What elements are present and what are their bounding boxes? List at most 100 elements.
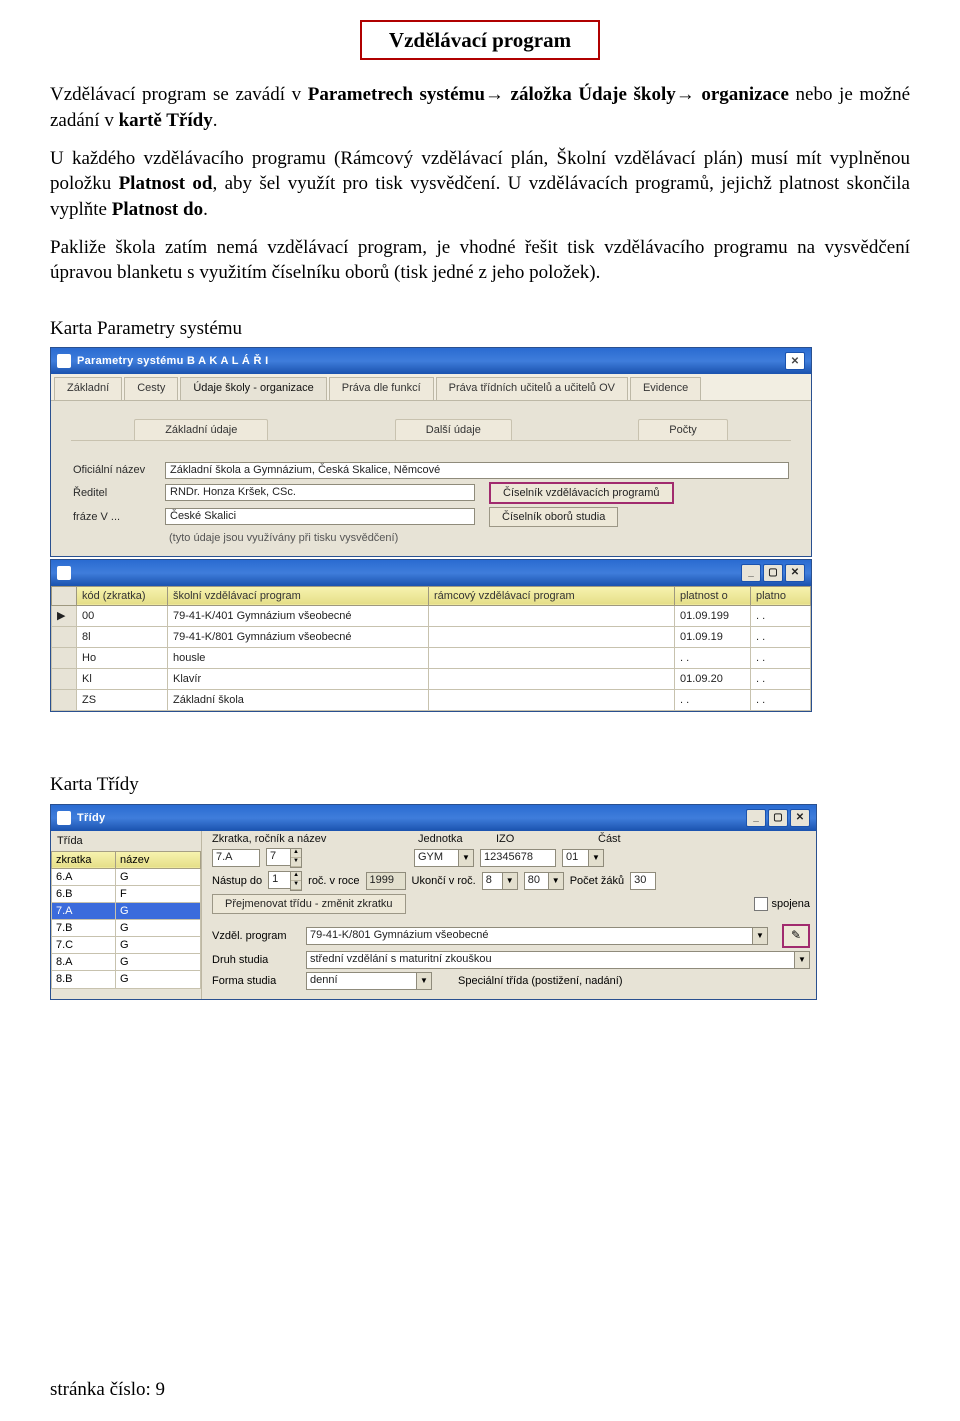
combo-druh-studia[interactable]: střední vzdělání s maturitní zkouškou ▼ — [306, 951, 810, 969]
cell[interactable]: G — [116, 937, 201, 954]
field-ukonci[interactable]: 8 — [482, 872, 502, 890]
cell[interactable]: G — [116, 971, 201, 988]
chevron-up-icon[interactable]: ▲ — [291, 872, 301, 881]
cell[interactable]: 6.B — [52, 885, 116, 902]
tab-udaje-skoly[interactable]: Údaje školy - organizace — [180, 377, 326, 399]
close-icon[interactable]: ✕ — [785, 564, 805, 582]
cell[interactable] — [429, 627, 675, 648]
field-n[interactable]: 80 — [524, 872, 548, 890]
field-fraze[interactable]: České Skalici — [165, 508, 475, 525]
spinner-nastup[interactable]: 1 ▲▼ — [268, 871, 302, 891]
table-row[interactable]: 8l79-41-K/801 Gymnázium všeobecné01.09.1… — [52, 627, 811, 648]
cell[interactable]: 7.C — [52, 937, 116, 954]
cell[interactable]: F — [116, 885, 201, 902]
tab-pocty[interactable]: Počty — [638, 419, 728, 440]
tab-prava-dle-funkci[interactable]: Práva dle funkcí — [329, 377, 434, 399]
cell[interactable]: 8.B — [52, 971, 116, 988]
btn-edit-program[interactable]: ✎ — [782, 924, 810, 948]
field-jednotka[interactable]: GYM — [414, 849, 458, 867]
combo-forma-studia[interactable]: denní ▼ — [306, 972, 432, 990]
cell[interactable]: 01.09.199 — [675, 606, 751, 627]
cell[interactable]: Ho — [77, 648, 168, 669]
col-platnost-od[interactable]: platnost o — [675, 586, 751, 605]
chevron-up-icon[interactable]: ▲ — [291, 849, 301, 858]
cell[interactable]: G — [116, 903, 201, 920]
field-cast[interactable]: 01 — [562, 849, 588, 867]
btn-prejmenovat[interactable]: Přejmenovat třídu - změnit zkratku — [212, 894, 406, 914]
cell[interactable]: 7.A — [52, 903, 116, 920]
cell[interactable] — [429, 606, 675, 627]
table-row[interactable]: KlKlavír 01.09.20. . — [52, 669, 811, 690]
checkbox-icon[interactable] — [754, 897, 768, 911]
maximize-icon[interactable]: ▢ — [768, 809, 788, 827]
cell[interactable]: 79-41-K/401 Gymnázium všeobecné — [168, 606, 429, 627]
btn-ciselnik-programu[interactable]: Číselník vzdělávacích programů — [489, 482, 674, 504]
table-row[interactable]: 8.AG — [52, 954, 201, 971]
chevron-down-icon[interactable]: ▼ — [794, 951, 810, 969]
combo-vzdel-program[interactable]: 79-41-K/801 Gymnázium všeobecné ▼ — [306, 927, 768, 945]
cell[interactable]: . . — [751, 669, 811, 690]
cell[interactable]: 00 — [77, 606, 168, 627]
cell[interactable]: 8l — [77, 627, 168, 648]
cell[interactable]: G — [116, 920, 201, 937]
col-nazev[interactable]: název — [116, 851, 201, 868]
combo-jednotka[interactable]: GYM ▼ — [414, 849, 474, 867]
tab-cesty[interactable]: Cesty — [124, 377, 178, 399]
field-oficialni-nazev[interactable]: Základní škola a Gymnázium, Česká Skalic… — [165, 462, 789, 479]
close-icon[interactable]: ✕ — [785, 352, 805, 370]
row-selector[interactable] — [52, 627, 77, 648]
tab-zakladni[interactable]: Základní — [54, 377, 122, 399]
table-row[interactable]: 8.BG — [52, 971, 201, 988]
cell[interactable]: . . — [675, 690, 751, 711]
cell[interactable]: Klavír — [168, 669, 429, 690]
combo-ukonci[interactable]: 8 ▼ — [482, 872, 518, 890]
combo-n[interactable]: 80 ▼ — [524, 872, 564, 890]
row-selector[interactable] — [52, 669, 77, 690]
table-row[interactable]: ▶0079-41-K/401 Gymnázium všeobecné 01.09.… — [52, 606, 811, 627]
cell[interactable]: Základní škola — [168, 690, 429, 711]
grid-programy[interactable]: kód (zkratka) školní vzdělávací program … — [51, 586, 811, 711]
cell[interactable]: 01.09.20 — [675, 669, 751, 690]
cell[interactable]: . . — [751, 648, 811, 669]
tab-evidence[interactable]: Evidence — [630, 377, 701, 399]
row-selector[interactable]: ▶ — [52, 606, 77, 627]
cell[interactable]: . . — [675, 648, 751, 669]
cell[interactable] — [429, 690, 675, 711]
table-row[interactable]: ZSZákladní škola. .. . — [52, 690, 811, 711]
field-zkratka[interactable]: 7.A — [212, 849, 260, 867]
cell[interactable]: G — [116, 868, 201, 885]
cell[interactable] — [429, 669, 675, 690]
table-row[interactable]: 7.CG — [52, 937, 201, 954]
cell[interactable]: housle — [168, 648, 429, 669]
cell[interactable]: 6.A — [52, 868, 116, 885]
grid-tridy[interactable]: Třída zkratka název 6.AG6.BF7.AG7.BG7.CG… — [51, 831, 202, 999]
table-row[interactable]: Hohousle . .. . — [52, 648, 811, 669]
chevron-down-icon[interactable]: ▼ — [416, 972, 432, 990]
field-nastup[interactable]: 1 — [268, 871, 290, 889]
chevron-down-icon[interactable]: ▼ — [752, 927, 768, 945]
tab-dalsi-udaje[interactable]: Další údaje — [395, 419, 512, 440]
cell[interactable]: . . — [751, 606, 811, 627]
cell[interactable]: . . — [751, 627, 811, 648]
col-kod[interactable]: kód (zkratka) — [77, 586, 168, 605]
cell[interactable]: ZS — [77, 690, 168, 711]
checkbox-spojena[interactable]: spojena — [754, 897, 810, 911]
table-row[interactable]: 7.AG — [52, 903, 201, 920]
field-rocnik[interactable]: 7 — [266, 848, 290, 866]
table-row[interactable]: 6.AG — [52, 868, 201, 885]
chevron-down-icon[interactable]: ▼ — [548, 872, 564, 890]
combo-cast[interactable]: 01 ▼ — [562, 849, 604, 867]
cell[interactable]: Kl — [77, 669, 168, 690]
chevron-down-icon[interactable]: ▼ — [291, 858, 301, 867]
row-selector[interactable] — [52, 690, 77, 711]
chevron-down-icon[interactable]: ▼ — [588, 849, 604, 867]
chevron-down-icon[interactable]: ▼ — [502, 872, 518, 890]
field-vzdel-program[interactable]: 79-41-K/801 Gymnázium všeobecné — [306, 927, 752, 945]
minimize-icon[interactable]: _ — [741, 564, 761, 582]
cell[interactable]: 79-41-K/801 Gymnázium všeobecné — [168, 627, 429, 648]
col-skolni-program[interactable]: školní vzdělávací program — [168, 586, 429, 605]
maximize-icon[interactable]: ▢ — [763, 564, 783, 582]
table-row[interactable]: 7.BG — [52, 920, 201, 937]
field-forma-studia[interactable]: denní — [306, 972, 416, 990]
cell[interactable]: 8.A — [52, 954, 116, 971]
